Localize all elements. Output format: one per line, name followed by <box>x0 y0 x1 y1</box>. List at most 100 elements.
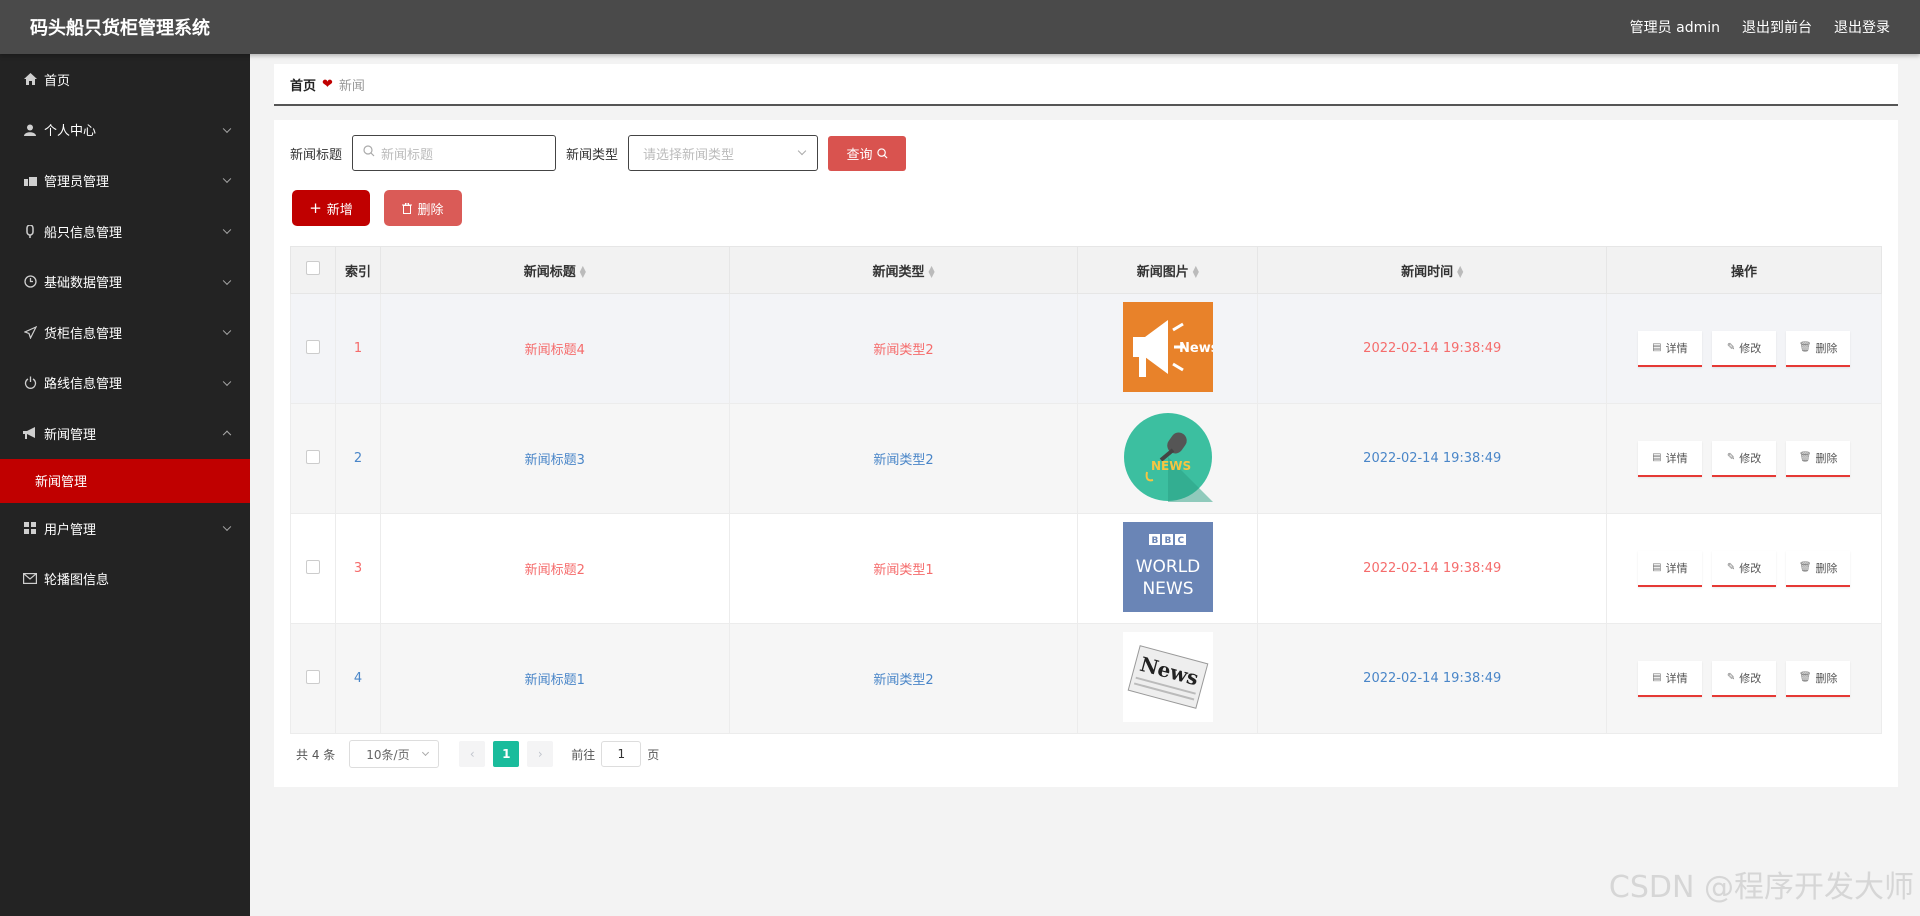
sort-icon[interactable]: ▲ ▼ <box>928 265 934 279</box>
title-search-label: 新闻标题 <box>290 147 343 163</box>
news-megaphone-image[interactable]: News <box>1122 301 1213 392</box>
user-icon <box>22 124 38 136</box>
sidebar-item-users[interactable]: 用户管理 <box>0 503 250 554</box>
row-checkbox[interactable] <box>305 339 320 354</box>
logout-link[interactable]: 退出登录 <box>1834 17 1890 37</box>
column-time[interactable]: 新闻时间 ▲ ▼ <box>1257 246 1608 294</box>
select-all-cell <box>290 246 336 294</box>
heart-icon: ❤ <box>322 76 333 92</box>
pencil-icon: ✎ <box>1726 452 1736 463</box>
pagination-total: 共 4 条 <box>296 747 336 762</box>
row-index: 1 <box>334 293 381 404</box>
row-checkbox-cell <box>290 623 336 734</box>
column-title[interactable]: 新闻标题 ▲ ▼ <box>379 246 730 294</box>
detail-label: 详情 <box>1665 451 1688 465</box>
trash-icon <box>402 202 413 214</box>
row-title: 新闻标题4 <box>379 293 730 404</box>
table-row: 3 新闻标题2 新闻类型1 B B C WORLD NEWS 2022-02-1… <box>290 513 1882 624</box>
detail-button[interactable]: ▤ 详情 <box>1637 440 1702 477</box>
row-actions: ▤ 详情 ✎ 修改 🗑 删除 <box>1606 403 1882 514</box>
document-icon: ▤ <box>1652 672 1662 683</box>
app-title: 码头船只货柜管理系统 <box>30 18 210 39</box>
sidebar: 首页 个人中心 管理员管理 船只信息管理 基础数据管理 货柜信息管理 路线信息管… <box>0 54 250 916</box>
table-row: 2 新闻标题3 新闻类型2 NEWS 2022-02-14 19:38:49 ▤… <box>290 403 1882 514</box>
batch-delete-button[interactable]: 删除 <box>384 190 462 226</box>
row-checkbox[interactable] <box>305 559 320 574</box>
breadcrumb-home[interactable]: 首页 <box>290 75 316 94</box>
column-time-label: 新闻时间 <box>1401 264 1454 280</box>
edit-button[interactable]: ✎ 修改 <box>1712 440 1777 477</box>
detail-button[interactable]: ▤ 详情 <box>1637 330 1702 367</box>
plus-icon: + <box>309 199 322 217</box>
delete-button[interactable]: 🗑 删除 <box>1786 440 1851 477</box>
column-type[interactable]: 新闻类型 ▲ ▼ <box>728 246 1079 294</box>
edit-button[interactable]: ✎ 修改 <box>1712 660 1777 697</box>
bbc-world-news-image[interactable]: B B C WORLD NEWS <box>1122 521 1213 612</box>
megaphone-icon <box>22 427 38 440</box>
prev-page-button[interactable]: ‹ <box>459 741 486 767</box>
sidebar-item-basedata[interactable]: 基础数据管理 <box>0 256 250 307</box>
detail-button[interactable]: ▤ 详情 <box>1637 550 1702 587</box>
edit-label: 修改 <box>1739 671 1762 685</box>
next-page-button[interactable]: › <box>527 741 554 767</box>
row-index: 4 <box>334 623 381 734</box>
edit-button[interactable]: ✎ 修改 <box>1712 550 1777 587</box>
row-title: 新闻标题1 <box>379 623 730 734</box>
sidebar-item-news[interactable]: 新闻管理 <box>0 408 250 459</box>
edit-label: 修改 <box>1739 561 1762 575</box>
search-bar: 新闻标题 新闻标题 新闻类型 请选择新闻类型 查询 <box>290 135 907 171</box>
query-button-label: 查询 <box>846 147 873 163</box>
edit-button[interactable]: ✎ 修改 <box>1712 330 1777 367</box>
sidebar-item-admin[interactable]: 管理员管理 <box>0 155 250 206</box>
svg-text:C: C <box>1177 536 1184 546</box>
add-button[interactable]: + 新增 <box>292 190 370 226</box>
sidebar-item-ship[interactable]: 船只信息管理 <box>0 206 250 257</box>
row-checkbox[interactable] <box>305 449 320 464</box>
type-select[interactable]: 请选择新闻类型 <box>628 135 819 171</box>
news-paper-image[interactable]: News <box>1122 631 1213 722</box>
page-size-select[interactable]: 10条/页 <box>349 740 440 768</box>
sort-icon[interactable]: ▲ ▼ <box>1457 265 1463 279</box>
detail-label: 详情 <box>1665 671 1688 685</box>
chevron-down-icon <box>222 522 232 532</box>
title-search-input[interactable]: 新闻标题 <box>352 135 557 171</box>
table-row: 1 新闻标题4 新闻类型2 News <box>290 293 1882 404</box>
sidebar-subitem-news-manage[interactable]: 新闻管理 <box>0 458 250 503</box>
news-microphone-image[interactable]: NEWS <box>1122 411 1213 502</box>
query-button[interactable]: 查询 <box>828 135 907 171</box>
chevron-down-icon <box>797 146 807 156</box>
sidebar-item-personal[interactable]: 个人中心 <box>0 105 250 156</box>
trash-icon: 🗑 <box>1798 562 1812 573</box>
row-time: 2022-02-14 19:38:49 <box>1257 293 1608 404</box>
document-icon: ▤ <box>1652 342 1662 353</box>
row-checkbox-cell <box>290 513 336 624</box>
delete-button[interactable]: 🗑 删除 <box>1786 660 1851 697</box>
sidebar-item-carousel[interactable]: 轮播图信息 <box>0 553 250 604</box>
type-search-label: 新闻类型 <box>566 147 619 163</box>
row-time: 2022-02-14 19:38:49 <box>1257 513 1608 624</box>
column-index: 索引 <box>334 246 381 294</box>
delete-button[interactable]: 🗑 删除 <box>1786 330 1851 367</box>
sidebar-item-route[interactable]: 路线信息管理 <box>0 358 250 409</box>
trash-icon: 🗑 <box>1798 342 1812 353</box>
column-image[interactable]: 新闻图片 ▲ ▼ <box>1077 246 1259 294</box>
row-image-cell: NEWS <box>1077 403 1259 514</box>
detail-button[interactable]: ▤ 详情 <box>1637 660 1702 697</box>
svg-text:NEWS: NEWS <box>1151 459 1191 473</box>
detail-label: 详情 <box>1665 341 1688 355</box>
delete-button[interactable]: 🗑 删除 <box>1786 550 1851 587</box>
exit-to-front-link[interactable]: 退出到前台 <box>1742 17 1812 37</box>
current-user[interactable]: 管理员 admin <box>1630 17 1720 37</box>
row-type: 新闻类型2 <box>728 403 1079 514</box>
sidebar-item-container[interactable]: 货柜信息管理 <box>0 307 250 358</box>
select-all-checkbox[interactable] <box>305 261 320 275</box>
row-checkbox[interactable] <box>305 669 320 684</box>
page-unit-label: 页 <box>647 747 660 762</box>
sort-icon[interactable]: ▲ ▼ <box>580 265 586 279</box>
page-number-button[interactable]: 1 <box>493 741 520 767</box>
sort-icon[interactable]: ▲ ▼ <box>1193 265 1199 279</box>
document-icon: ▤ <box>1652 562 1662 573</box>
goto-page-input[interactable]: 1 <box>601 741 642 767</box>
document-icon: ▤ <box>1652 452 1662 463</box>
sidebar-item-home[interactable]: 首页 <box>0 54 250 105</box>
